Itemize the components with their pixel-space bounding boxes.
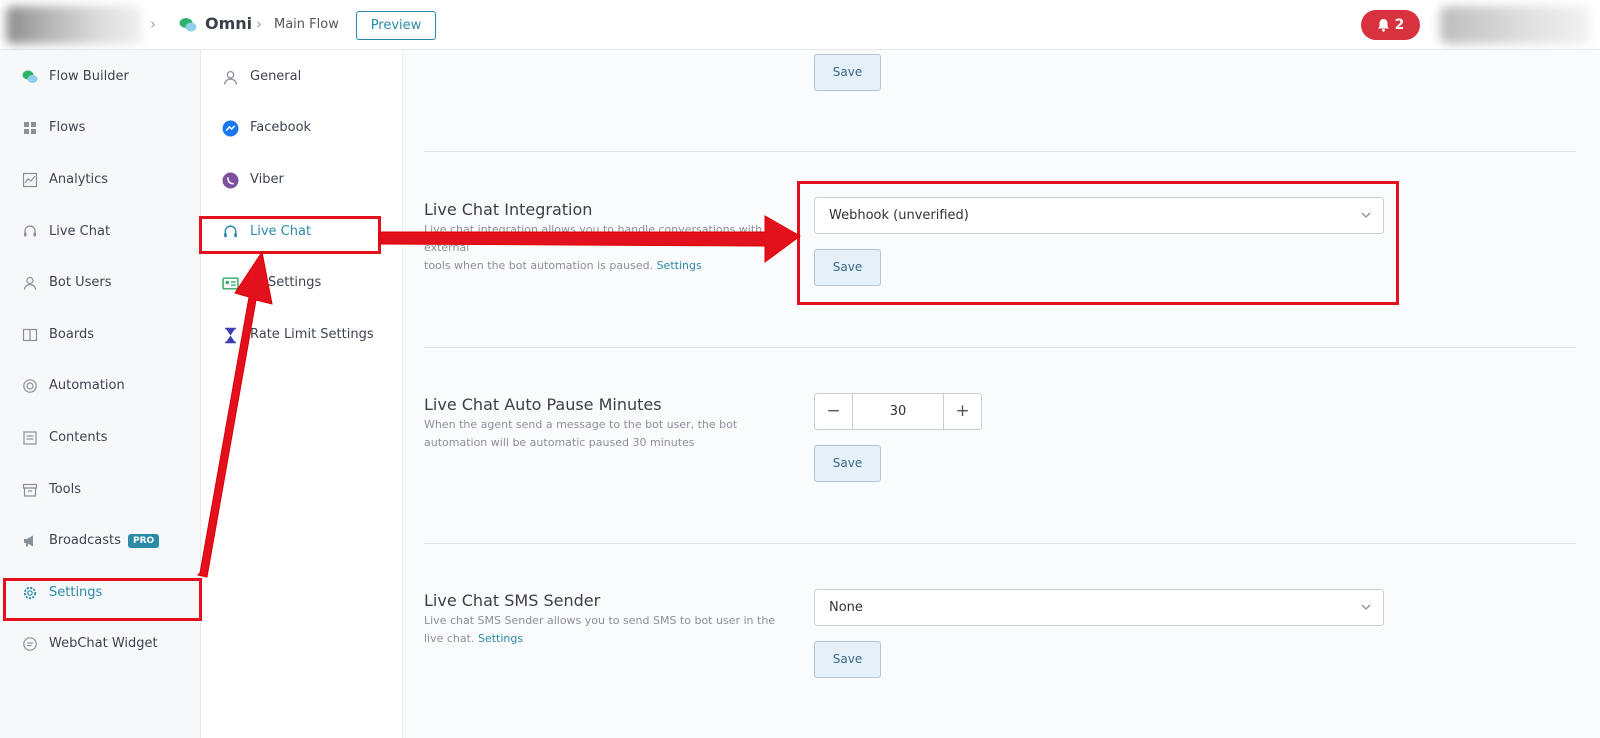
archive-icon <box>22 483 38 497</box>
settings-link[interactable]: Settings <box>657 259 702 272</box>
user-icon <box>23 276 37 290</box>
submenu-item-rate-limit-settings[interactable]: Rate Limit Settings <box>202 315 402 355</box>
save-button[interactable]: Save <box>814 445 881 482</box>
sidebar-item-label: Broadcasts <box>49 533 121 548</box>
section-description: Live chat integration allows you to hand… <box>424 221 779 275</box>
sidebar-item-label: Flow Builder <box>49 69 129 84</box>
lifebuoy-icon <box>23 379 37 393</box>
submenu-item-label: Rate Limit Settings <box>250 327 374 342</box>
viber-icon <box>222 172 239 189</box>
settings-link[interactable]: Settings <box>478 632 523 645</box>
sidebar-item-automation[interactable]: Automation <box>0 366 201 406</box>
document-icon <box>23 431 37 445</box>
messenger-icon <box>222 120 239 137</box>
sidebar-item-label: Analytics <box>49 172 109 187</box>
sidebar-item-contents[interactable]: Contents <box>0 418 201 458</box>
grid-icon <box>24 122 36 134</box>
section-description: Live chat SMS Sender allows you to send … <box>424 612 779 648</box>
board-icon <box>22 328 38 342</box>
save-button[interactable]: Save <box>814 54 881 91</box>
top-bar: › Omni › Main Flow Preview 2 <box>0 0 1600 50</box>
sidebar-item-broadcasts[interactable]: Broadcasts PRO <box>0 521 201 561</box>
select-value: None <box>829 600 863 615</box>
description-line: live chat. <box>424 632 475 645</box>
save-button[interactable]: Save <box>814 641 881 678</box>
megaphone-icon <box>24 535 33 547</box>
submenu-item-general[interactable]: General <box>202 57 402 97</box>
section-title: Live Chat Integration <box>424 200 593 219</box>
sidebar-item-label: Boards <box>49 327 94 342</box>
section-divider <box>424 543 1576 544</box>
hourglass-icon <box>225 327 236 344</box>
sidebar-item-boards[interactable]: Boards <box>0 315 201 355</box>
section-description: When the agent send a message to the bot… <box>424 416 779 452</box>
minutes-stepper: − 30 + <box>814 393 982 430</box>
flow-name[interactable]: Main Flow <box>274 17 339 32</box>
chart-icon <box>22 172 38 188</box>
highlight-box-live-chat <box>199 216 381 254</box>
sidebar-item-analytics[interactable]: Analytics <box>0 160 201 200</box>
description-line: When the agent send a message to the bot… <box>424 418 738 431</box>
workspace-logo-blurred[interactable] <box>6 6 141 44</box>
chat-bubbles-icon <box>22 70 38 83</box>
notification-count: 2 <box>1394 17 1405 33</box>
sidebar-item-label: Automation <box>49 378 125 393</box>
highlight-box-integration <box>797 181 1399 305</box>
highlight-box-settings <box>3 578 202 621</box>
sidebar-item-label: Live Chat <box>49 224 111 239</box>
chevron-right-icon: › <box>150 15 156 33</box>
sidebar-item-live-chat[interactable]: Live Chat <box>0 212 201 252</box>
settings-submenu: General Facebook Viber Live Chat ID Sett… <box>202 50 403 738</box>
preview-button[interactable]: Preview <box>356 11 436 40</box>
sidebar-item-bot-users[interactable]: Bot Users <box>0 263 201 303</box>
headset-icon <box>24 225 36 237</box>
section-title: Live Chat SMS Sender <box>424 591 601 610</box>
submenu-item-label: Viber <box>250 172 284 187</box>
sidebar-item-tools[interactable]: Tools <box>0 470 201 510</box>
chat-icon <box>23 637 37 651</box>
sidebar-item-flows[interactable]: Flows <box>0 108 201 148</box>
minutes-input[interactable]: 30 <box>853 394 943 429</box>
sidebar-item-label: Bot Users <box>49 275 112 290</box>
sms-sender-select[interactable]: None <box>814 589 1384 626</box>
submenu-item-label: Facebook <box>250 120 312 135</box>
sidebar-item-label: Contents <box>49 430 108 445</box>
bell-icon <box>1377 19 1389 32</box>
chevron-down-icon <box>1361 604 1371 610</box>
user-icon <box>224 71 237 85</box>
submenu-item-label: ID Settings <box>250 275 322 290</box>
description-line: Live chat SMS Sender allows you to send … <box>424 614 776 627</box>
submenu-item-facebook[interactable]: Facebook <box>202 108 402 148</box>
sidebar-item-label: Tools <box>49 482 82 497</box>
sidebar-item-label: Flows <box>49 120 86 135</box>
section-divider <box>424 151 1576 152</box>
id-card-icon <box>222 277 239 290</box>
submenu-item-id-settings[interactable]: ID Settings <box>202 263 402 303</box>
sidebar-item-webchat-widget[interactable]: WebChat Widget <box>0 624 201 664</box>
section-divider <box>424 347 1576 348</box>
section-title: Live Chat Auto Pause Minutes <box>424 395 662 414</box>
user-menu-blurred[interactable] <box>1440 6 1590 44</box>
description-line: tools when the bot automation is paused. <box>424 259 654 272</box>
main-sidebar: Flow Builder Flows Analytics Live Chat B… <box>0 50 201 738</box>
project-name[interactable]: Omni <box>205 14 252 33</box>
sidebar-item-flow-builder[interactable]: Flow Builder <box>0 57 201 97</box>
pro-badge: PRO <box>128 534 160 548</box>
decrement-button[interactable]: − <box>815 394 853 429</box>
notifications-button[interactable]: 2 <box>1361 10 1420 40</box>
submenu-item-label: General <box>250 69 302 84</box>
submenu-item-viber[interactable]: Viber <box>202 160 402 200</box>
chat-bubbles-icon <box>179 18 197 32</box>
description-line: Live chat integration allows you to hand… <box>424 223 763 254</box>
sidebar-item-label: WebChat Widget <box>49 636 158 651</box>
chevron-right-icon: › <box>256 15 262 33</box>
description-line: automation will be automatic paused 30 m… <box>424 436 695 449</box>
increment-button[interactable]: + <box>943 394 981 429</box>
